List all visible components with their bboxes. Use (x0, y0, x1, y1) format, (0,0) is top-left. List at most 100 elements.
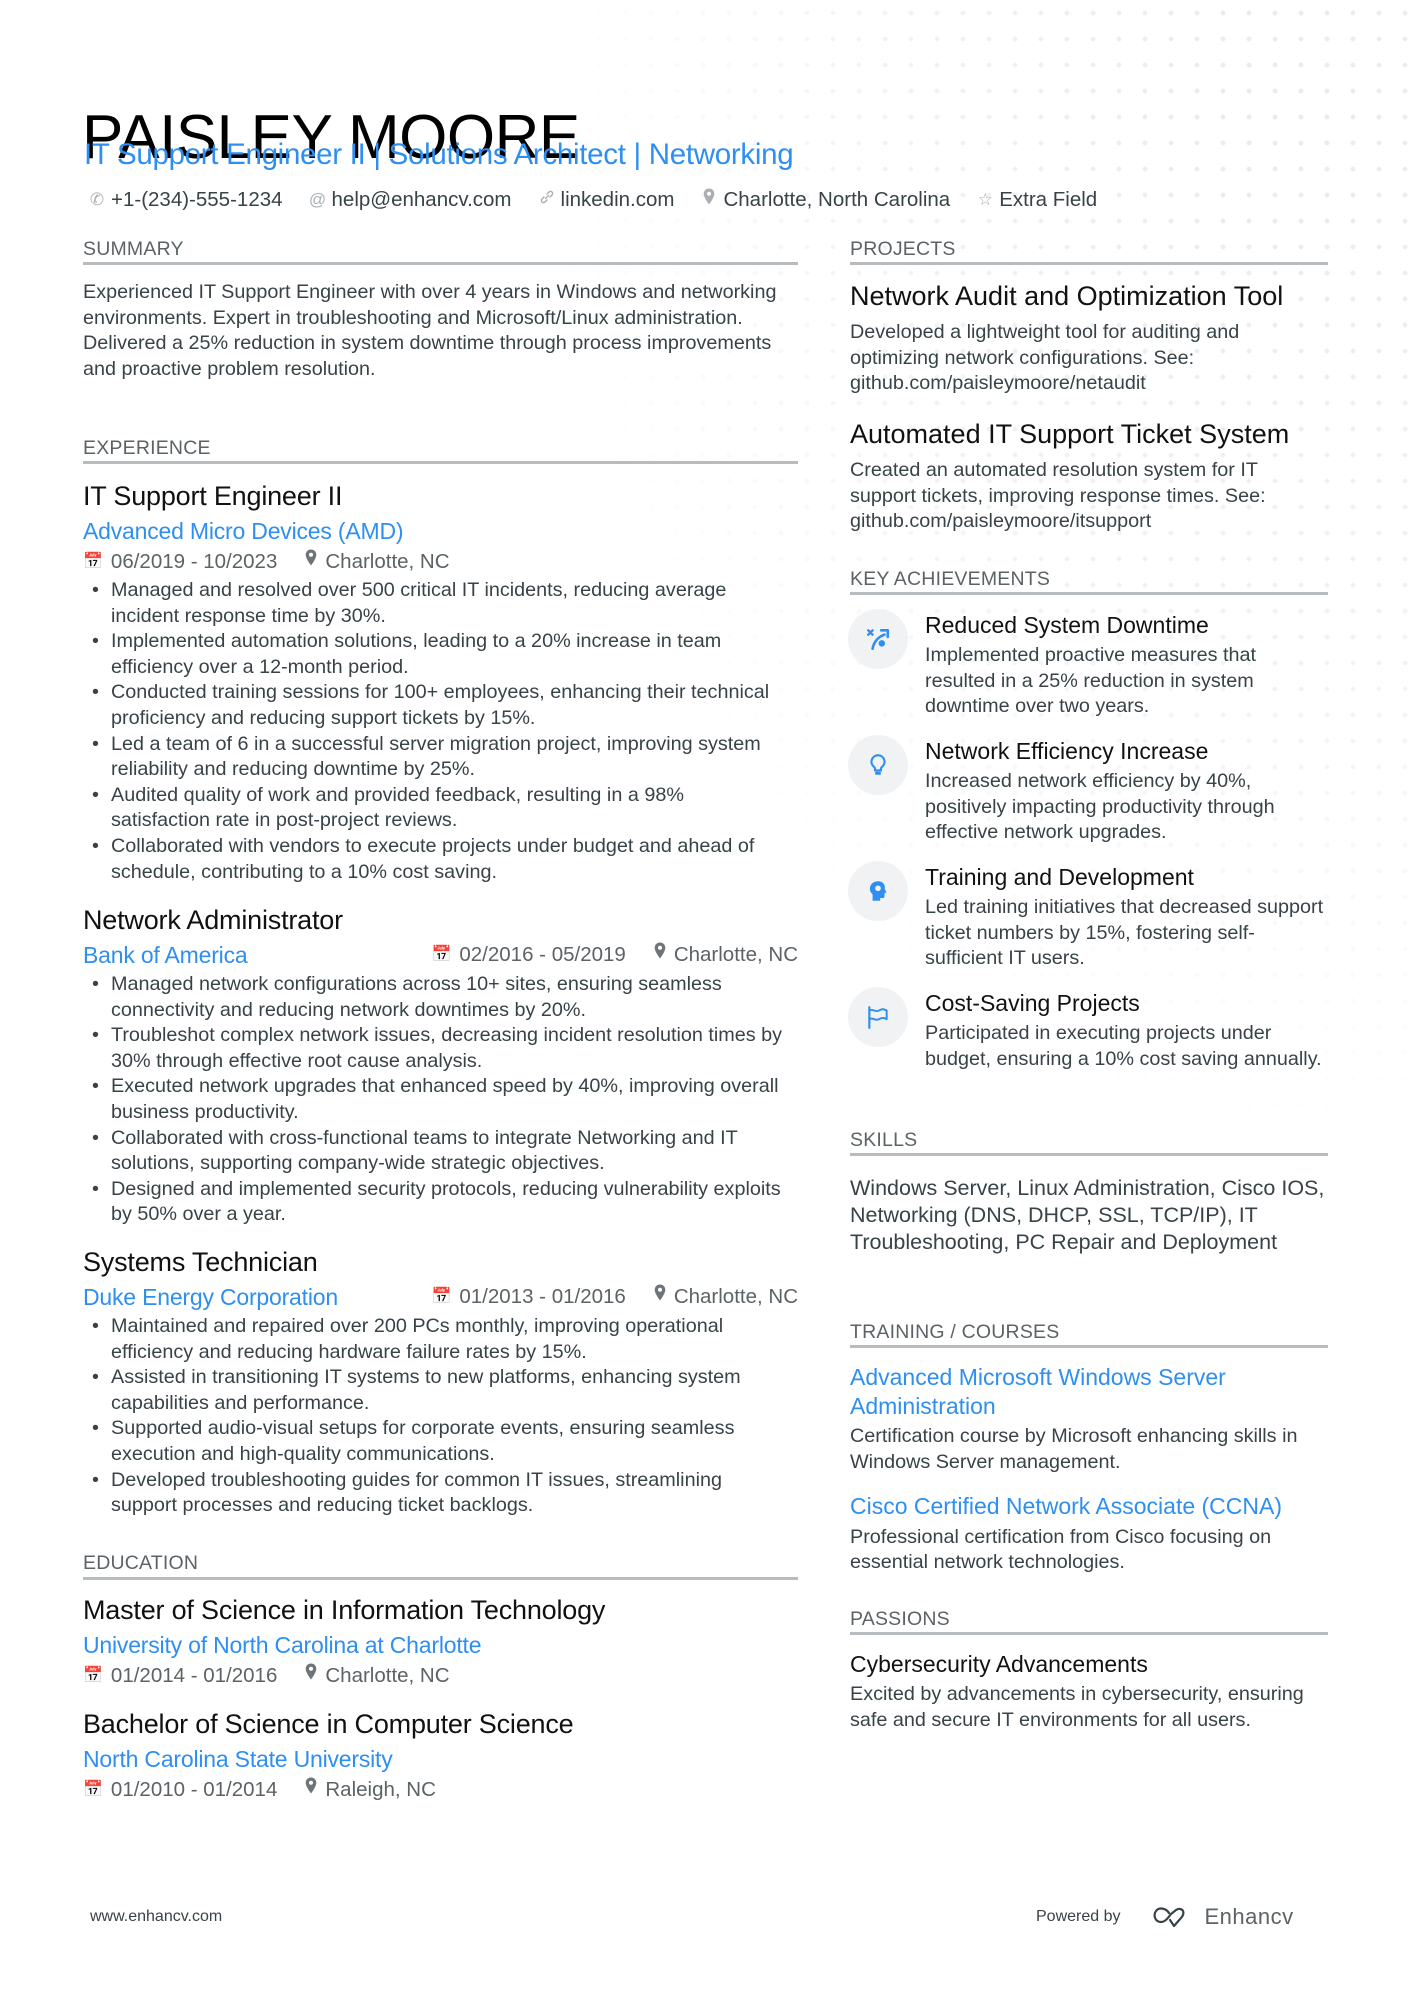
calendar-icon: 📅 (83, 1667, 103, 1684)
footer-website-link[interactable]: www.enhancv.com (90, 1908, 222, 1926)
calendar-icon: 📅 (83, 553, 103, 570)
flag-icon (868, 1006, 888, 1029)
section-divider (850, 592, 1328, 595)
company-name[interactable]: Duke Energy Corporation (83, 1283, 338, 1311)
achievement-title: Cost-Saving Projects (925, 990, 1140, 1016)
location-pin-icon (654, 1284, 666, 1310)
calendar-icon: 📅 (431, 1288, 452, 1305)
job-location: Charlotte, NC (673, 943, 798, 966)
education-location: Raleigh, NC (325, 1778, 436, 1801)
section-title-training: TRAINING / COURSES (850, 1321, 1060, 1343)
experience-entry: Network Administrator Bank of America 📅 … (83, 904, 798, 1228)
section-divider (83, 1577, 798, 1580)
degree-title: Bachelor of Science in Computer Science (83, 1709, 574, 1739)
bullet-item: Audited quality of work and provided fee… (83, 783, 783, 834)
education-meta: 📅 01/2014 - 01/2016 Charlotte, NC (83, 1663, 798, 1689)
job-dates: 06/2019 - 10/2023 (110, 550, 278, 573)
project-description: Developed a lightweight tool for auditin… (850, 321, 1240, 395)
education-entry: Bachelor of Science in Computer Science … (83, 1708, 798, 1803)
job-meta: 📅 02/2016 - 05/2019 Charlotte, NC (431, 942, 798, 968)
section-title-skills: SKILLS (850, 1129, 918, 1151)
job-dates: 01/2013 - 01/2016 (459, 1285, 626, 1308)
contact-email[interactable]: @ help@enhancv.com (309, 186, 512, 214)
section-divider (83, 461, 798, 464)
achievement-description: Participated in executing projects under… (925, 1022, 1322, 1070)
school-name[interactable]: North Carolina State University (83, 1745, 798, 1773)
job-location: Charlotte, NC (325, 550, 450, 573)
section-title-summary: SUMMARY (83, 238, 184, 260)
job-meta: 📅 01/2013 - 01/2016 Charlotte, NC (431, 1284, 798, 1310)
contact-extra-field: ☆ Extra Field (976, 186, 1098, 214)
achievement-description: Increased network efficiency by 40%, pos… (925, 770, 1275, 844)
school-name[interactable]: University of North Carolina at Charlott… (83, 1631, 798, 1659)
location-pin-icon (654, 942, 666, 968)
section-divider (850, 1632, 1328, 1635)
calendar-icon: 📅 (431, 946, 452, 963)
course-description: Certification course by Microsoft enhanc… (850, 1425, 1298, 1473)
bullet-item: Troubleshot complex network issues, decr… (83, 1023, 783, 1074)
project-description: Created an automated resolution system f… (850, 459, 1266, 533)
bullet-item: Designed and implemented security protoc… (83, 1177, 783, 1228)
achievement-icon-badge (848, 987, 908, 1047)
footer-powered-by: Powered by Enhancv (1036, 1904, 1294, 1930)
project-title: Network Audit and Optimization Tool (850, 281, 1284, 311)
job-bullets: Maintained and repaired over 200 PCs mon… (83, 1314, 783, 1519)
bullet-item: Maintained and repaired over 200 PCs mon… (83, 1314, 783, 1365)
course-title[interactable]: Cisco Certified Network Associate (CCNA) (850, 1492, 1328, 1521)
skills-text: Windows Server, Linux Administration, Ci… (850, 1176, 1325, 1254)
section-title-passions: PASSIONS (850, 1608, 950, 1630)
achievement-description: Implemented proactive measures that resu… (925, 644, 1256, 718)
contact-phone[interactable]: ✆ +1-(234)-555-1234 (88, 186, 283, 214)
job-title: Systems Technician (83, 1247, 318, 1277)
passion-entry: Cybersecurity Advancements Excited by ad… (850, 1650, 1328, 1733)
education-meta: 📅 01/2010 - 01/2014 Raleigh, NC (83, 1777, 798, 1803)
project-title: Automated IT Support Ticket System (850, 419, 1290, 449)
project-entry: Automated IT Support Ticket System Creat… (850, 418, 1328, 535)
job-meta: 📅 06/2019 - 10/2023 Charlotte, NC (83, 549, 798, 575)
passion-description: Excited by advancements in cybersecurity… (850, 1683, 1304, 1731)
education-dates: 01/2014 - 01/2016 (110, 1664, 278, 1687)
bullet-item: Managed and resolved over 500 critical I… (83, 578, 783, 629)
achievement-entry: Training and Development Led training in… (925, 863, 1330, 972)
company-name[interactable]: Bank of America (83, 941, 248, 969)
achievement-title: Reduced System Downtime (925, 612, 1209, 638)
bullet-item: Collaborated with cross-functional teams… (83, 1126, 783, 1177)
education-location: Charlotte, NC (325, 1664, 450, 1687)
job-bullets: Managed network configurations across 10… (83, 972, 783, 1228)
location-pin-icon (305, 1663, 317, 1689)
enhancv-logo[interactable]: Enhancv (1149, 1904, 1294, 1930)
location-pin-icon (305, 1777, 317, 1803)
bullet-item: Supported audio-visual setups for corpor… (83, 1416, 783, 1467)
achievement-icon-badge (848, 861, 908, 921)
contact-location: Charlotte, North Carolina (700, 186, 950, 214)
section-divider (83, 262, 798, 265)
contact-location-text: Charlotte, North Carolina (723, 188, 951, 211)
course-title[interactable]: Advanced Microsoft Windows Server Admini… (850, 1363, 1270, 1420)
section-divider (850, 1153, 1328, 1156)
course-description: Professional certification from Cisco fo… (850, 1525, 1272, 1574)
bullet-item: Implemented automation solutions, leadin… (83, 629, 783, 680)
bullet-item: Developed troubleshooting guides for com… (83, 1468, 783, 1519)
section-divider (850, 262, 1328, 265)
lightbulb-icon (870, 754, 886, 775)
education-dates: 01/2010 - 01/2014 (110, 1778, 278, 1801)
contact-linkedin-text: linkedin.com (560, 188, 675, 211)
phone-icon: ✆ (89, 190, 105, 209)
education-entry: Master of Science in Information Technol… (83, 1594, 798, 1689)
job-dates: 02/2016 - 05/2019 (459, 943, 626, 966)
achievement-title: Network Efficiency Increase (925, 738, 1209, 764)
job-location: Charlotte, NC (673, 1285, 798, 1308)
brand-name: Enhancv (1204, 1904, 1294, 1929)
candidate-headline: IT Support Engineer II | Solutions Archi… (84, 138, 794, 171)
location-pin-icon (305, 549, 317, 575)
contact-email-text: help@enhancv.com (331, 188, 512, 211)
contact-linkedin[interactable]: linkedin.com (538, 186, 675, 214)
job-title: IT Support Engineer II (83, 481, 343, 511)
summary-text: Experienced IT Support Engineer with ove… (83, 281, 777, 380)
contact-extra-text: Extra Field (999, 188, 1098, 211)
job-bullets: Managed and resolved over 500 critical I… (83, 578, 783, 885)
powered-by-label: Powered by (1036, 1908, 1121, 1925)
company-name[interactable]: Advanced Micro Devices (AMD) (83, 517, 798, 545)
project-entry: Network Audit and Optimization Tool Deve… (850, 280, 1328, 397)
bullet-item: Collaborated with vendors to execute pro… (83, 834, 783, 885)
